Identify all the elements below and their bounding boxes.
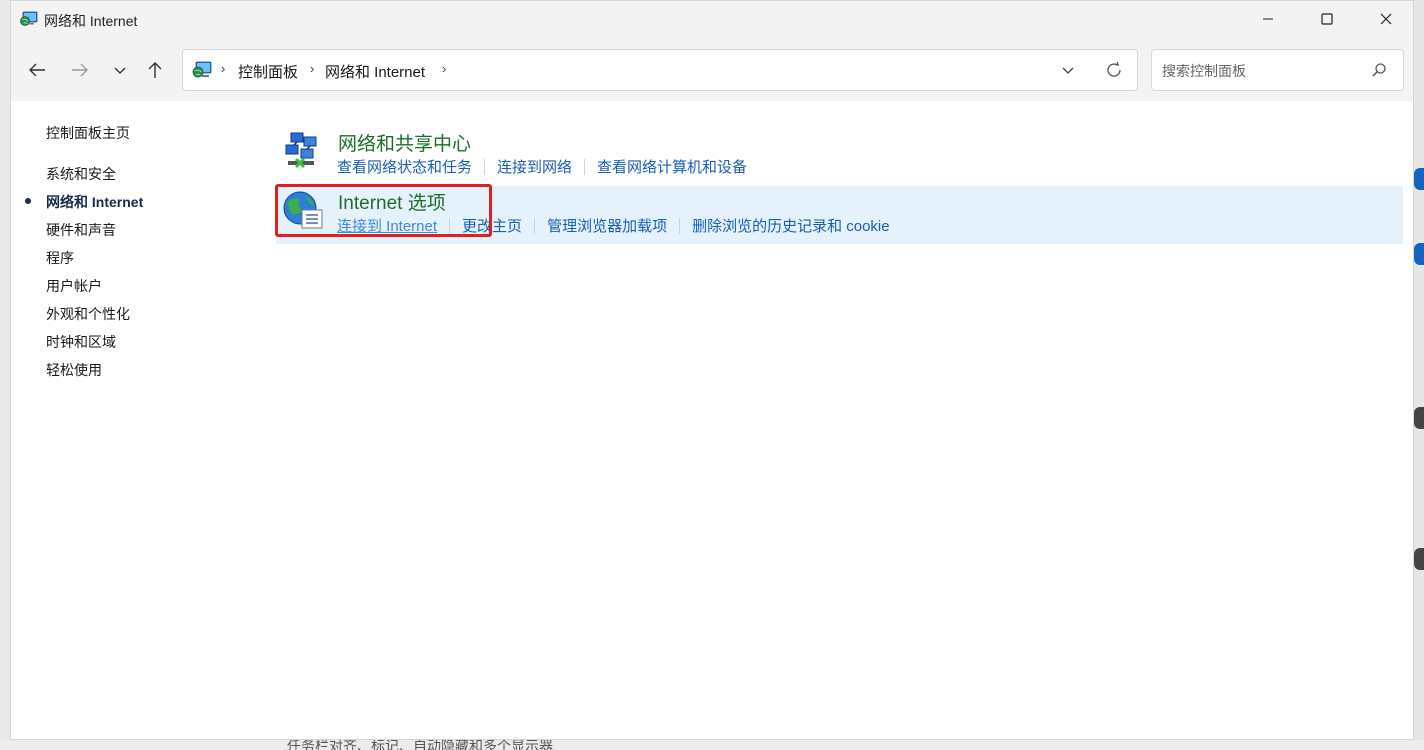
up-button[interactable] bbox=[140, 59, 170, 83]
background-desktop-right bbox=[1414, 0, 1424, 750]
control-panel-window: 网络和 Internet › 控制面板 › 网络和 Internet › 搜索控… bbox=[10, 0, 1414, 740]
search-box bbox=[1151, 49, 1404, 91]
sidebar-item-ease-of-access[interactable]: 轻松使用 bbox=[46, 360, 102, 380]
arrow-left-icon bbox=[28, 62, 46, 81]
arrow-up-icon bbox=[147, 61, 163, 82]
arrow-right-icon bbox=[71, 62, 89, 81]
breadcrumb-network-internet[interactable]: 网络和 Internet bbox=[325, 61, 425, 82]
close-button[interactable] bbox=[1357, 1, 1415, 39]
network-sharing-center-title[interactable]: 网络和共享中心 bbox=[338, 129, 471, 156]
link-separator bbox=[584, 159, 586, 175]
category-links: 查看网络状态和任务 连接到网络 查看网络计算机和设备 bbox=[337, 156, 747, 177]
link-separator bbox=[449, 218, 451, 234]
window-title: 网络和 Internet bbox=[44, 13, 138, 29]
sidebar-item-programs[interactable]: 程序 bbox=[46, 248, 74, 268]
chevron-down-icon bbox=[113, 63, 127, 79]
active-bullet-icon bbox=[25, 198, 31, 204]
forward-button[interactable] bbox=[65, 59, 95, 83]
refresh-icon bbox=[1105, 61, 1123, 82]
search-icon[interactable] bbox=[1369, 60, 1389, 80]
sidebar-item-user-accounts[interactable]: 用户帐户 bbox=[46, 276, 102, 296]
address-bar[interactable]: › 控制面板 › 网络和 Internet › bbox=[182, 49, 1138, 91]
minimize-icon bbox=[1262, 12, 1274, 28]
sidebar-item-clock-region[interactable]: 时钟和区域 bbox=[46, 332, 116, 352]
background-radio bbox=[1414, 548, 1424, 570]
recent-locations-button[interactable] bbox=[105, 59, 135, 83]
internet-options-icon bbox=[282, 190, 323, 230]
network-globe-icon bbox=[20, 11, 38, 27]
breadcrumb-chevron-icon: › bbox=[310, 61, 315, 76]
chevron-down-icon bbox=[1061, 63, 1075, 79]
category-links: 连接到 Internet 更改主页 管理浏览器加载项 删除浏览的历史记录和 cooki… bbox=[337, 215, 890, 236]
link-delete-browsing-history[interactable]: 删除浏览的历史记录和 cookie bbox=[692, 218, 890, 235]
title-bar: 网络和 Internet bbox=[11, 1, 1413, 39]
link-connect-to-internet[interactable]: 连接到 Internet bbox=[337, 218, 437, 235]
maximize-button[interactable] bbox=[1298, 1, 1356, 39]
link-separator bbox=[484, 159, 486, 175]
minimize-button[interactable] bbox=[1239, 1, 1297, 39]
link-change-home-page[interactable]: 更改主页 bbox=[462, 218, 522, 235]
sidebar-item-system-security[interactable]: 系统和安全 bbox=[46, 164, 116, 184]
search-input[interactable] bbox=[1160, 59, 1364, 83]
refresh-button[interactable] bbox=[1102, 60, 1126, 82]
internet-options-title[interactable]: Internet 选项 bbox=[338, 188, 446, 215]
address-dropdown-button[interactable] bbox=[1057, 61, 1079, 81]
link-separator bbox=[534, 218, 536, 234]
link-view-network-status[interactable]: 查看网络状态和任务 bbox=[337, 159, 472, 176]
background-toggle bbox=[1414, 168, 1424, 190]
background-radio bbox=[1414, 407, 1424, 429]
link-separator bbox=[679, 218, 681, 234]
network-sharing-center-icon bbox=[282, 131, 322, 171]
link-manage-addons[interactable]: 管理浏览器加载项 bbox=[547, 218, 667, 235]
breadcrumb-chevron-icon: › bbox=[221, 61, 226, 76]
back-button[interactable] bbox=[22, 59, 52, 83]
background-toggle bbox=[1414, 243, 1424, 265]
sidebar-item-appearance[interactable]: 外观和个性化 bbox=[46, 304, 130, 324]
close-icon bbox=[1380, 12, 1392, 28]
link-connect-to-network[interactable]: 连接到网络 bbox=[497, 159, 572, 176]
background-desktop-bottom bbox=[0, 740, 1424, 750]
breadcrumb-control-panel[interactable]: 控制面板 bbox=[238, 61, 298, 82]
control-panel-icon bbox=[192, 61, 212, 79]
link-view-network-computers[interactable]: 查看网络计算机和设备 bbox=[597, 159, 747, 176]
category-internet-options: Internet 选项 连接到 Internet 更改主页 管理浏览器加载项 删除浏览… bbox=[276, 186, 1403, 244]
maximize-icon bbox=[1321, 12, 1333, 28]
sidebar-home-link[interactable]: 控制面板主页 bbox=[46, 123, 130, 143]
navigation-bar: › 控制面板 › 网络和 Internet › bbox=[11, 39, 1413, 101]
sidebar-item-hardware-sound[interactable]: 硬件和声音 bbox=[46, 220, 116, 240]
breadcrumb-chevron-icon[interactable]: › bbox=[442, 61, 446, 76]
sidebar-item-network-internet[interactable]: 网络和 Internet bbox=[46, 192, 143, 212]
category-network-sharing-center: 网络和共享中心 查看网络状态和任务 连接到网络 查看网络计算机和设备 bbox=[276, 127, 1403, 185]
